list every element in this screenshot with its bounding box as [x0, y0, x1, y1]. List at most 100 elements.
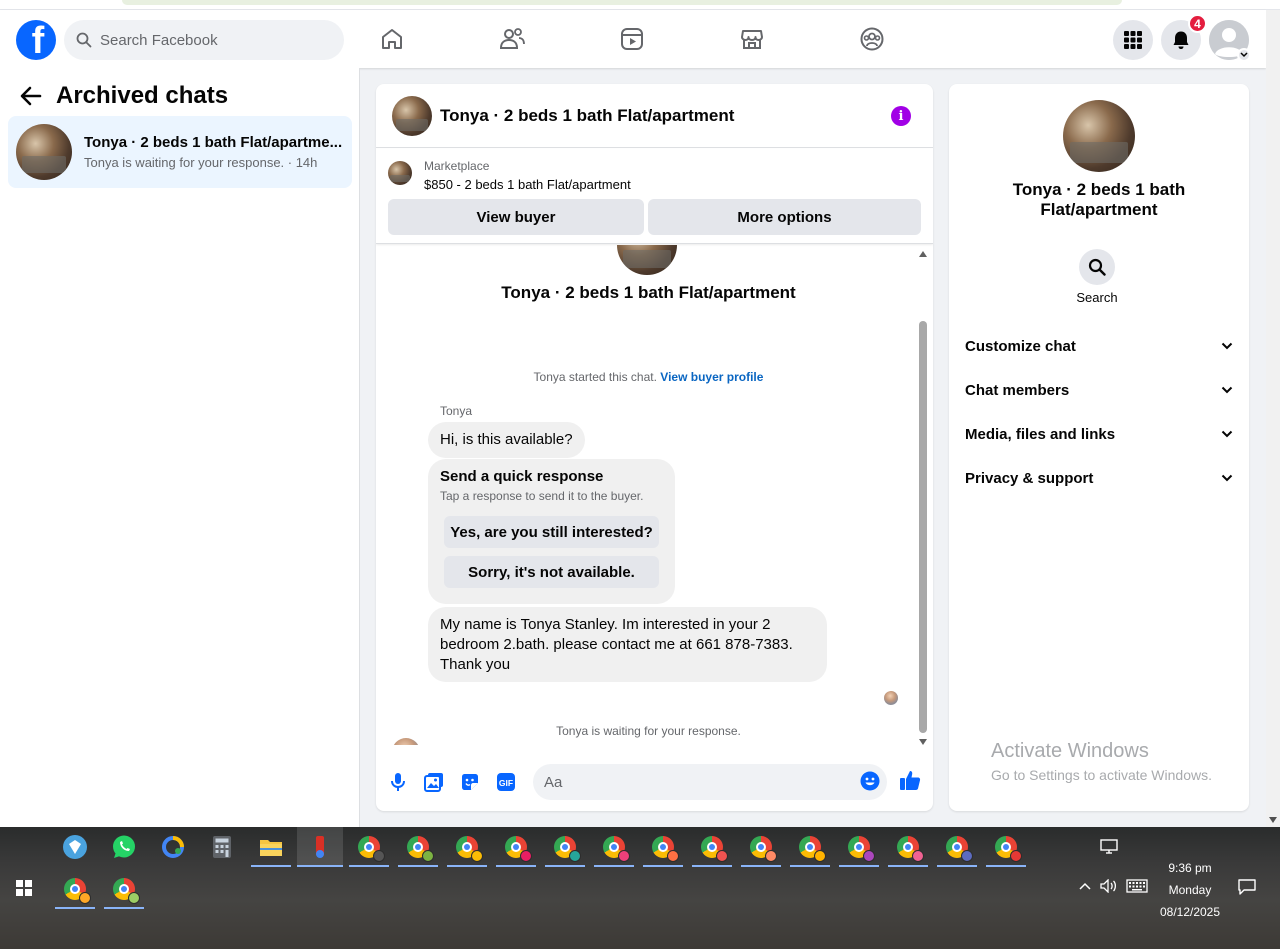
- desktop-icon[interactable]: [1100, 839, 1118, 858]
- page-scrollbar[interactable]: [1266, 10, 1280, 827]
- info-icon[interactable]: i: [891, 106, 911, 126]
- voice-clip-button[interactable]: [387, 771, 409, 793]
- media-files-links-section[interactable]: Media, files and links: [965, 416, 1233, 452]
- tray-expand[interactable]: [1078, 879, 1092, 894]
- message-input[interactable]: [533, 764, 887, 800]
- open-app-indicator: [741, 865, 781, 867]
- search-bar[interactable]: [64, 20, 344, 60]
- open-app-indicator: [937, 865, 977, 867]
- taskbar-chrome[interactable]: [839, 827, 879, 867]
- notification-center-button[interactable]: [1238, 879, 1256, 898]
- attach-photo-button[interactable]: [423, 771, 445, 793]
- keyboard-button[interactable]: [1126, 879, 1148, 896]
- taskbar-chrome[interactable]: [986, 827, 1026, 867]
- nav-marketplace[interactable]: [737, 24, 767, 54]
- taskbar-chrome[interactable]: [545, 827, 585, 867]
- message-bubble[interactable]: Hi, is this available?: [428, 422, 585, 458]
- search-input[interactable]: [100, 31, 320, 49]
- facebook-logo[interactable]: f: [16, 20, 56, 60]
- taskbar-chrome[interactable]: [496, 827, 536, 867]
- details-title-line: Flat/apartment: [1040, 200, 1158, 219]
- home-icon: [382, 29, 402, 49]
- taskbar-chrome[interactable]: [398, 827, 438, 867]
- volume-button[interactable]: [1100, 878, 1118, 896]
- scroll-down-arrow[interactable]: [919, 739, 927, 745]
- notifications-button[interactable]: 4: [1161, 14, 1207, 60]
- quick-response-yes-button[interactable]: Yes, are you still interested?: [444, 516, 659, 548]
- listing-title[interactable]: $850 - 2 beds 1 bath Flat/apartment: [424, 177, 631, 192]
- windows-start-icon[interactable]: [16, 880, 32, 896]
- details-search-button[interactable]: [1079, 249, 1115, 285]
- folder-icon: [260, 840, 282, 856]
- seen-avatar: [884, 691, 898, 705]
- taskbar-chrome[interactable]: [888, 827, 928, 867]
- chat-members-section[interactable]: Chat members: [965, 372, 1233, 408]
- taskbar-chrome[interactable]: [349, 827, 389, 867]
- chrome-icon: [995, 836, 1022, 862]
- taskbar-chrome[interactable]: [643, 827, 683, 867]
- scroll-down-arrow[interactable]: [1269, 817, 1277, 823]
- taskbar-app[interactable]: [55, 827, 95, 867]
- menu-button[interactable]: [1113, 20, 1153, 60]
- taskbar-chrome[interactable]: [55, 869, 95, 909]
- open-app-indicator: [251, 865, 291, 867]
- taskbar-chrome[interactable]: [790, 827, 830, 867]
- section-label: Chat members: [965, 381, 1070, 399]
- details-thumbnail: [1063, 100, 1135, 172]
- message-bubble-long[interactable]: My name is Tonya Stanley. Im interested …: [428, 607, 827, 682]
- chat-scrollbar[interactable]: [917, 245, 929, 745]
- chrome-icon: [603, 836, 630, 862]
- clock-date: 08/12/2025: [1159, 905, 1221, 919]
- friends-icon: [499, 28, 525, 49]
- taskbar-calculator[interactable]: [202, 827, 242, 867]
- gif-icon: GIF: [497, 773, 515, 791]
- taskbar-app-active[interactable]: [297, 827, 343, 867]
- open-app-indicator: [888, 865, 928, 867]
- watermark-title: Activate Windows: [991, 740, 1149, 762]
- app-red-icon: [316, 836, 324, 858]
- privacy-support-section[interactable]: Privacy & support: [965, 460, 1233, 496]
- view-buyer-profile-link[interactable]: View buyer profile: [660, 370, 763, 384]
- chevron-down-icon: [1221, 386, 1233, 394]
- more-options-button[interactable]: More options: [648, 199, 921, 235]
- taskbar-chrome[interactable]: [937, 827, 977, 867]
- open-app-indicator: [104, 907, 144, 909]
- emoji-button[interactable]: [859, 770, 881, 792]
- customize-chat-section[interactable]: Customize chat: [965, 328, 1233, 364]
- scroll-up-arrow[interactable]: [919, 251, 927, 257]
- taskbar-chrome[interactable]: [447, 827, 487, 867]
- back-arrow-icon[interactable]: [20, 86, 42, 106]
- account-button[interactable]: [1209, 20, 1251, 62]
- nav-home[interactable]: [377, 24, 407, 54]
- video-icon: [621, 28, 643, 50]
- send-like-button[interactable]: [899, 769, 921, 791]
- open-app-indicator: [398, 865, 438, 867]
- taskbar-whatsapp[interactable]: [104, 827, 144, 867]
- nav-groups[interactable]: [857, 24, 887, 54]
- scroll-thumb[interactable]: [919, 321, 927, 733]
- windows-taskbar: 9:36 pm Monday 08/12/2025: [0, 827, 1280, 949]
- view-buyer-button[interactable]: View buyer: [388, 199, 644, 235]
- chat-list-item[interactable]: Tonya · 2 beds 1 bath Flat/apartme... To…: [8, 116, 352, 188]
- taskbar-clock[interactable]: 9:36 pm Monday 08/12/2025: [1150, 857, 1230, 923]
- taskbar-chrome[interactable]: [692, 827, 732, 867]
- taskbar-chrome[interactable]: [104, 869, 144, 909]
- conversation-title: Tonya · 2 beds 1 bath Flat/apartment: [440, 105, 735, 125]
- open-app-indicator: [692, 865, 732, 867]
- chat-details-panel: Tonya · 2 beds 1 bath Flat/apartment Sea…: [949, 84, 1249, 811]
- nav-friends[interactable]: [497, 24, 527, 54]
- quick-response-no-button[interactable]: Sorry, it's not available.: [444, 556, 659, 588]
- chevron-down-icon: [1221, 474, 1233, 482]
- search-icon: [1088, 258, 1106, 276]
- taskbar-file-explorer[interactable]: [251, 827, 291, 867]
- taskbar-app[interactable]: [153, 827, 193, 867]
- nav-video[interactable]: [617, 24, 647, 54]
- gif-button[interactable]: GIF: [495, 771, 517, 793]
- chrome-icon: [554, 836, 581, 862]
- taskbar-chrome[interactable]: [741, 827, 781, 867]
- account-chevron: [1237, 48, 1251, 62]
- taskbar-chrome[interactable]: [594, 827, 634, 867]
- sticker-button[interactable]: [459, 771, 481, 793]
- conversation-header[interactable]: Tonya · 2 beds 1 bath Flat/apartment i: [376, 84, 933, 148]
- sender-name: Tonya: [440, 404, 473, 418]
